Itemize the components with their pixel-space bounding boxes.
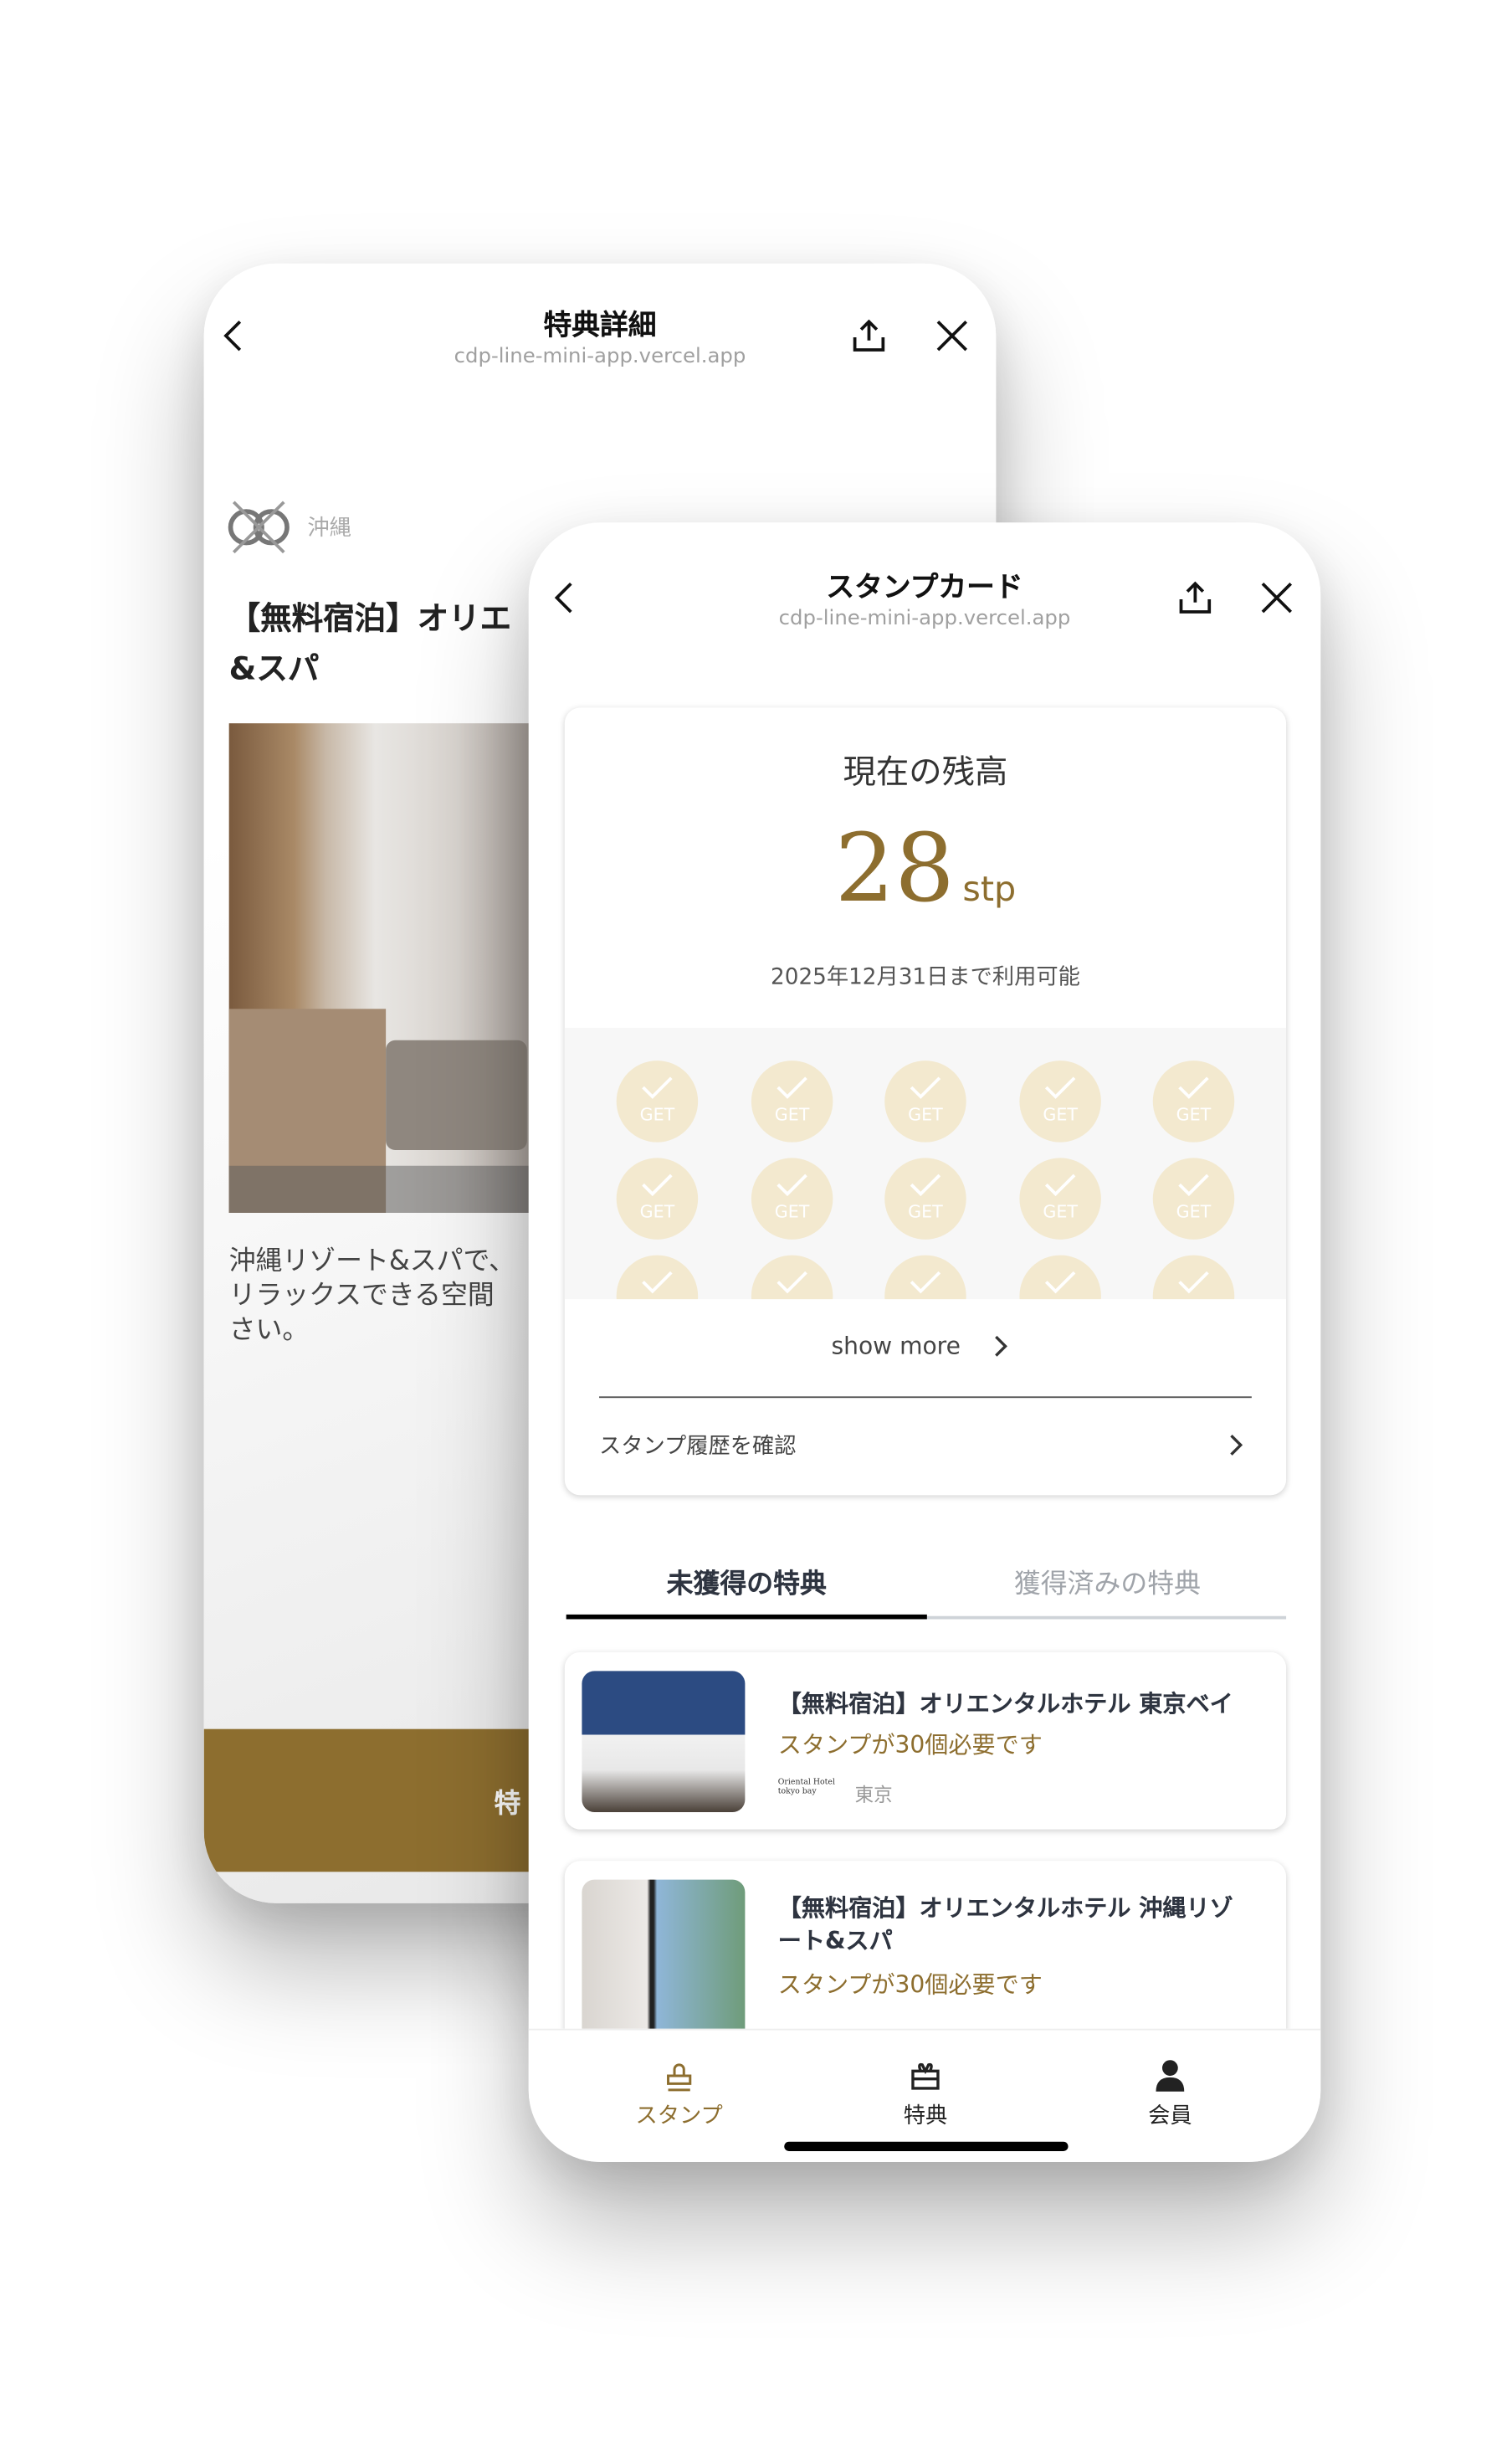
- stamp-label: GET: [1043, 1104, 1078, 1126]
- chevron-right-icon: [1230, 1434, 1243, 1456]
- stamp-slot: GET: [1152, 1158, 1235, 1240]
- check-icon: [777, 1076, 807, 1099]
- description-line: さい。: [228, 1314, 310, 1347]
- check-icon: [642, 1174, 673, 1197]
- stamp-slot: GET: [1019, 1255, 1101, 1300]
- stamp-label: GET: [908, 1201, 943, 1223]
- check-icon: [777, 1174, 807, 1197]
- balance-label: 現在の残高: [843, 752, 1008, 791]
- nav-stamp[interactable]: スタンプ: [601, 2058, 757, 2130]
- stamp-slot: GET: [616, 1158, 699, 1240]
- stamp-balance-card: 現在の残高 28 stp 2025年12月31日まで利用可能 GET GET GET…: [564, 707, 1287, 1496]
- stage: 特典詳細 cdp-line-mini-app.vercel.app 沖縄 【無料…: [0, 0, 1512, 2460]
- balance-unit: stp: [962, 871, 1017, 911]
- expiry-text: 2025年12月31日まで利用可能: [771, 964, 1080, 990]
- reward-title: 【無料宿泊】オリエ &スパ: [229, 593, 511, 694]
- stamp-label: GET: [908, 1104, 943, 1126]
- stamp-label: GET: [639, 1104, 675, 1126]
- reward-card[interactable]: 【無料宿泊】オリエンタルホテル 東京ベイ スタンプが30個必要です Orient…: [564, 1651, 1287, 1830]
- check-icon: [1044, 1271, 1076, 1294]
- nav-label: 会員: [1148, 2103, 1192, 2129]
- tab-unclaimed[interactable]: 未獲得の特典: [566, 1561, 927, 1600]
- reward-description: 沖縄リゾート&スパで、 リラックスできる空間 さい。: [229, 1244, 515, 1348]
- balance-display: 28 stp: [565, 814, 1286, 924]
- show-more-button[interactable]: show more: [831, 1332, 960, 1360]
- share-icon[interactable]: [1176, 579, 1214, 617]
- stamp-slot: GET: [616, 1061, 699, 1143]
- check-icon: [910, 1174, 941, 1197]
- stamp-slot: GET: [616, 1255, 699, 1300]
- reward-title-line: 【無料宿泊】オリエンタルホテル 沖縄リゾ: [777, 1893, 1233, 1923]
- stamp-label: GET: [774, 1201, 810, 1223]
- reward-title-line: 【無料宿泊】オリエ: [228, 599, 512, 638]
- check-icon: [910, 1271, 941, 1294]
- check-icon: [642, 1076, 673, 1099]
- stamp-slot: GET: [751, 1061, 833, 1143]
- hotel-logo: [228, 501, 290, 554]
- person-icon: [1156, 2060, 1185, 2092]
- check-icon: [910, 1076, 941, 1099]
- stamp-label: GET: [1176, 1104, 1212, 1126]
- reward-requirement: スタンプが30個必要です: [777, 1730, 1043, 1759]
- stamp-card-screen: スタンプカード cdp-line-mini-app.vercel.app 現在の…: [528, 522, 1321, 2163]
- tab-active-indicator: [566, 1614, 927, 1620]
- stamp-slot: GET: [1019, 1158, 1101, 1240]
- tab-claimed[interactable]: 獲得済みの特典: [927, 1561, 1288, 1600]
- reward-requirement: スタンプが30個必要です: [777, 1970, 1043, 2000]
- check-icon: [1178, 1076, 1209, 1099]
- region-label: 沖縄: [307, 516, 351, 542]
- check-icon: [777, 1271, 807, 1294]
- divider: [599, 1396, 1252, 1399]
- stamp-history-link[interactable]: スタンプ履歴を確認: [599, 1430, 1252, 1464]
- stamp-icon: [667, 2063, 692, 2092]
- stamp-slot: GET: [1152, 1061, 1235, 1143]
- stamp-slot: GET: [884, 1061, 966, 1143]
- home-indicator: [784, 2141, 1069, 2151]
- stamp-label: GET: [774, 1104, 810, 1126]
- hotel-logo: Oriental Hotel tokyo bay: [777, 1777, 835, 1797]
- stamp-label: GET: [639, 1201, 675, 1223]
- stamp-slot: GET: [1152, 1255, 1235, 1300]
- gift-icon: [911, 2062, 940, 2090]
- close-icon[interactable]: [1258, 579, 1295, 617]
- balance-value: 28: [834, 814, 955, 925]
- check-icon: [642, 1271, 673, 1294]
- reward-title-line: &スパ: [228, 650, 320, 688]
- stamp-slot: GET: [751, 1158, 833, 1240]
- stamp-slot: GET: [751, 1255, 833, 1300]
- reward-title: 【無料宿泊】オリエンタルホテル 東京ベイ: [777, 1689, 1233, 1718]
- stamp-history-label: スタンプ履歴を確認: [599, 1434, 797, 1460]
- reward-thumbnail: [582, 1671, 746, 1813]
- exchange-button-label: 特: [494, 1788, 521, 1821]
- nav-label: 特典: [903, 2103, 948, 2129]
- reward-title-line: ート&スパ: [777, 1926, 893, 1955]
- stamp-slot: GET: [884, 1255, 966, 1300]
- reward-title: 【無料宿泊】オリエンタルホテル 沖縄リゾ ート&スパ: [778, 1893, 1233, 1959]
- close-icon[interactable]: [933, 317, 971, 355]
- description-line: 沖縄リゾート&スパで、: [228, 1245, 515, 1277]
- reward-region: 東京: [854, 1784, 893, 1806]
- stamp-label: GET: [1043, 1201, 1078, 1223]
- share-icon[interactable]: [850, 317, 888, 355]
- nav-label: スタンプ: [635, 2103, 723, 2129]
- chevron-right-icon: [995, 1335, 1007, 1357]
- stamp-label: GET: [1176, 1201, 1212, 1223]
- stamp-grid: GET GET GET GET GET GET GET GET GET GET GET GET GET G…: [564, 1027, 1287, 1300]
- stamp-slot: GET: [884, 1158, 966, 1240]
- description-line: リラックスできる空間: [228, 1280, 495, 1312]
- check-icon: [1178, 1174, 1209, 1197]
- stamp-slot: GET: [1019, 1061, 1101, 1143]
- bottom-nav: スタンプ 特典 会員: [528, 2028, 1321, 2163]
- reward-image: [228, 723, 554, 1213]
- check-icon: [1178, 1271, 1209, 1294]
- check-icon: [1044, 1174, 1076, 1197]
- check-icon: [1044, 1076, 1076, 1099]
- nav-benefits[interactable]: 特典: [847, 2058, 1003, 2130]
- nav-member[interactable]: 会員: [1092, 2058, 1248, 2130]
